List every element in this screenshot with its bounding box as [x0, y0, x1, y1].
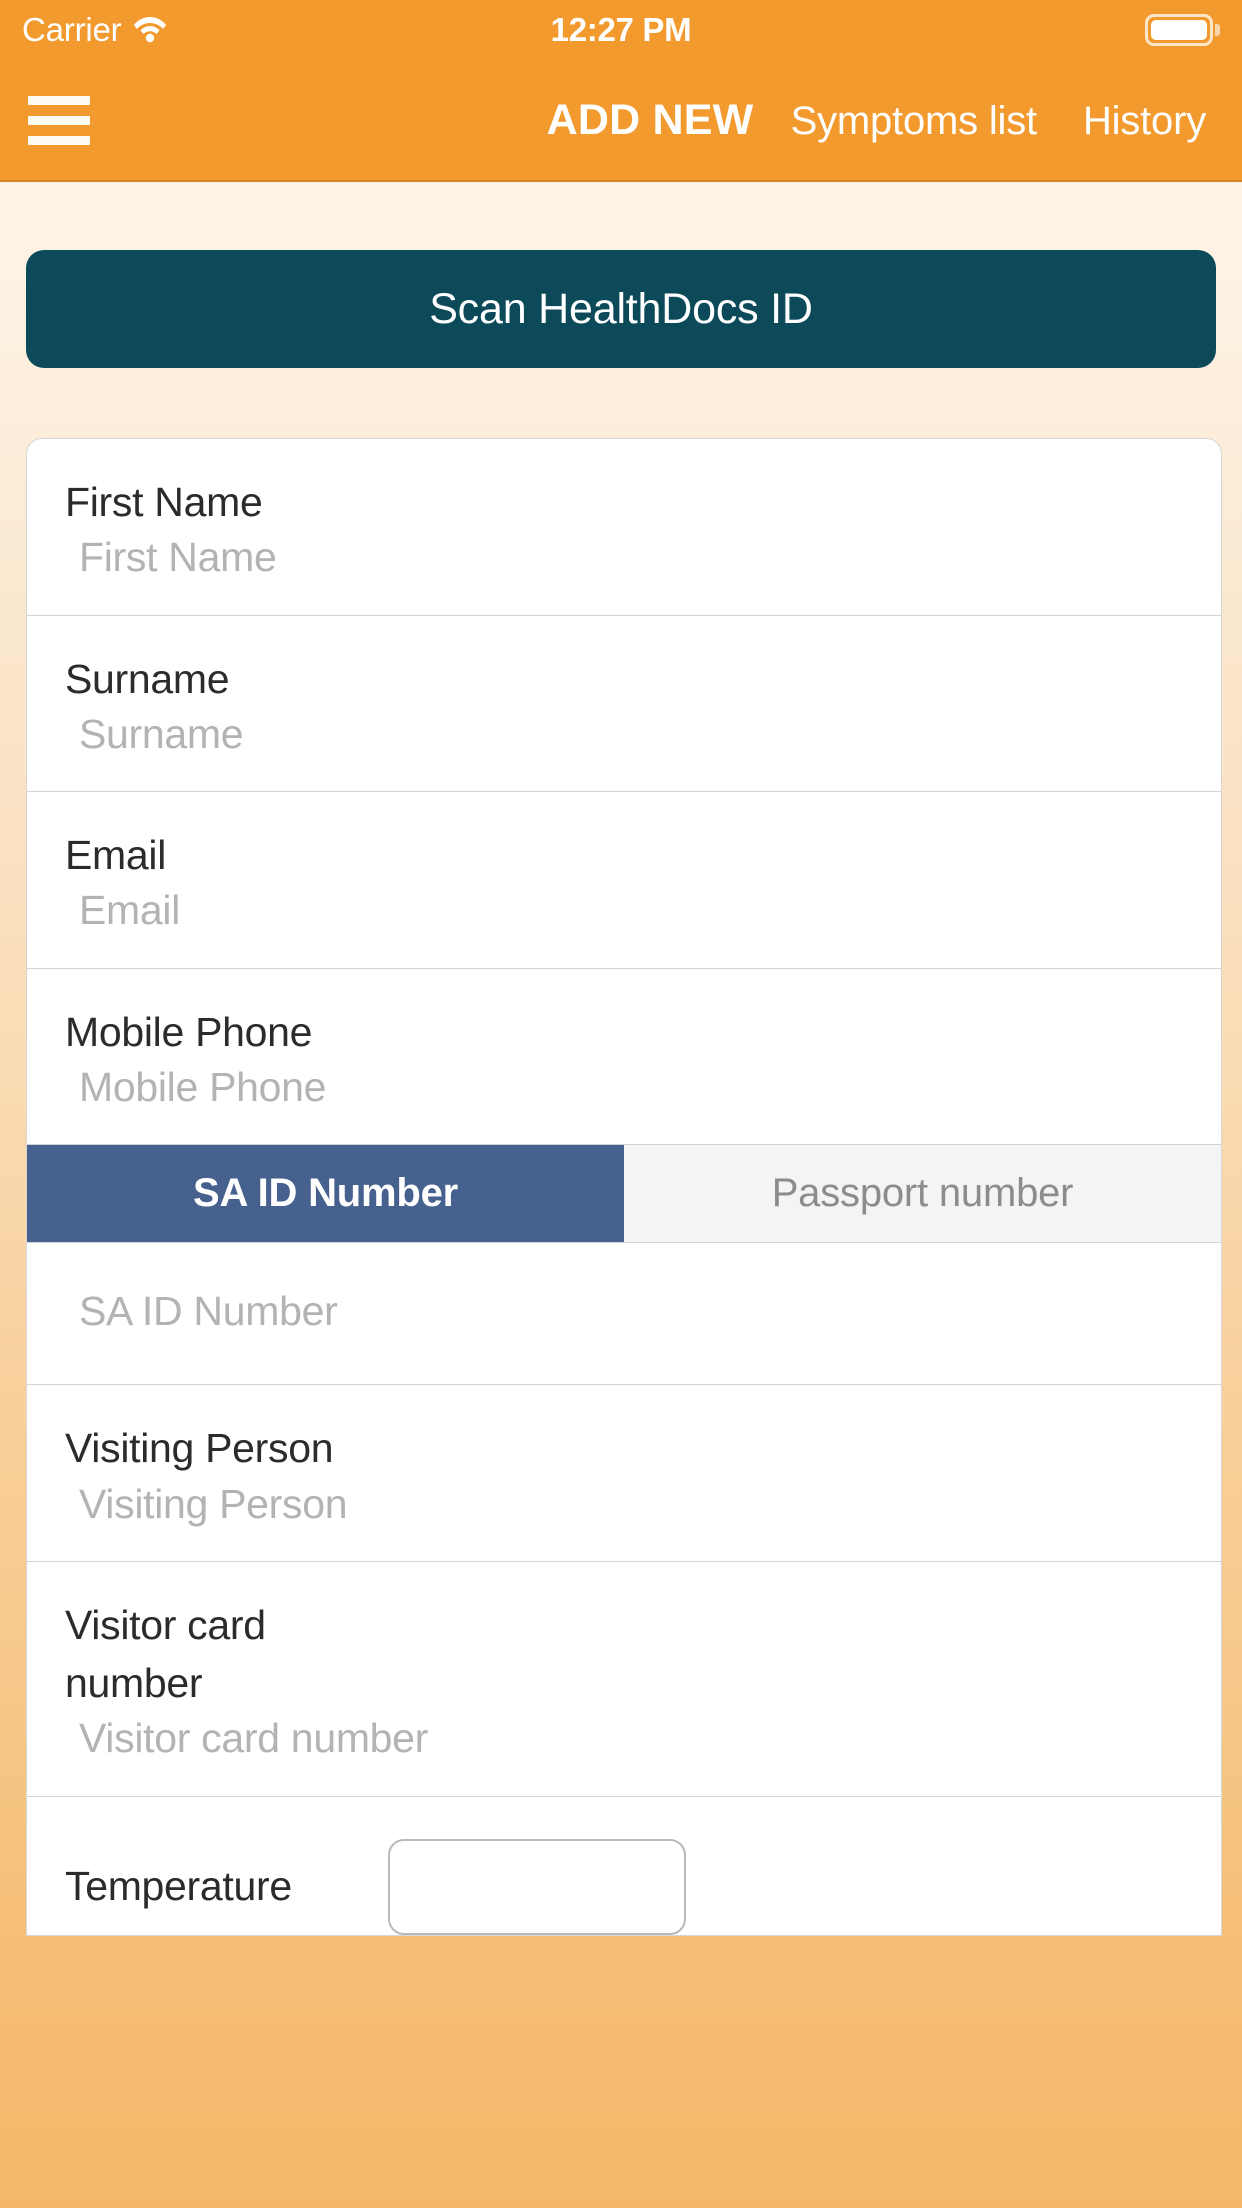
email-input[interactable]: Email	[27, 884, 1221, 937]
field-email[interactable]: Email Email	[27, 792, 1221, 969]
status-time: 12:27 PM	[550, 11, 692, 48]
field-label-first-name: First Name	[65, 479, 263, 525]
id-type-segmented-control: SA ID Number Passport number	[27, 1145, 1221, 1244]
carrier-group: Carrier	[22, 11, 167, 49]
scan-healthdocs-id-button[interactable]: Scan HealthDocs ID	[26, 250, 1216, 368]
surname-input[interactable]: Surname	[27, 708, 1221, 761]
segment-sa-id-number[interactable]: SA ID Number	[27, 1145, 624, 1243]
visitor-card-number-input[interactable]: Visitor card number	[27, 1712, 1221, 1765]
carrier-label: Carrier	[22, 11, 122, 48]
page-title: ADD NEW	[546, 95, 754, 144]
field-mobile-phone[interactable]: Mobile Phone Mobile Phone	[27, 969, 1221, 1146]
battery-full-icon	[1145, 14, 1220, 46]
field-label-email: Email	[65, 832, 167, 879]
field-label-visiting-person: Visiting Person	[65, 1425, 334, 1472]
nav-bar: ADD NEW Symptoms list History	[0, 60, 1242, 182]
wifi-icon	[133, 13, 167, 48]
nav-link-symptoms-list[interactable]: Symptoms list	[791, 99, 1038, 144]
mobile-phone-input[interactable]: Mobile Phone	[27, 1061, 1221, 1114]
temperature-input[interactable]	[387, 1838, 686, 1935]
field-label-mobile-phone: Mobile Phone	[65, 1008, 313, 1055]
field-surname[interactable]: Surname Surname	[27, 616, 1221, 793]
field-visiting-person[interactable]: Visiting Person Visiting Person	[27, 1385, 1221, 1562]
visitor-form-card: First Name First Name Surname Surname Em…	[26, 438, 1222, 1936]
sa-id-number-input[interactable]: SA ID Number	[27, 1285, 1221, 1338]
field-label-visitor-card-number: Visitor card number	[65, 1601, 266, 1707]
field-label-temperature: Temperature	[65, 1863, 292, 1910]
field-first-name[interactable]: First Name First Name	[27, 439, 1221, 616]
scan-button-container: Scan HealthDocs ID	[0, 182, 1242, 368]
field-temperature[interactable]: Temperature	[27, 1797, 1221, 1935]
first-name-input[interactable]: First Name	[27, 531, 1221, 584]
nav-items: ADD NEW Symptoms list History	[547, 96, 1214, 145]
nav-link-history[interactable]: History	[1083, 99, 1206, 144]
field-sa-id-number[interactable]: SA ID Number	[27, 1243, 1221, 1386]
segment-passport-number[interactable]: Passport number	[624, 1145, 1221, 1243]
status-bar: Carrier 12:27 PM	[0, 0, 1242, 60]
field-visitor-card-number[interactable]: Visitor card number Visitor card number	[27, 1562, 1221, 1797]
hamburger-menu-icon[interactable]	[28, 95, 90, 145]
visiting-person-input[interactable]: Visiting Person	[27, 1478, 1221, 1531]
field-label-surname: Surname	[65, 655, 230, 702]
